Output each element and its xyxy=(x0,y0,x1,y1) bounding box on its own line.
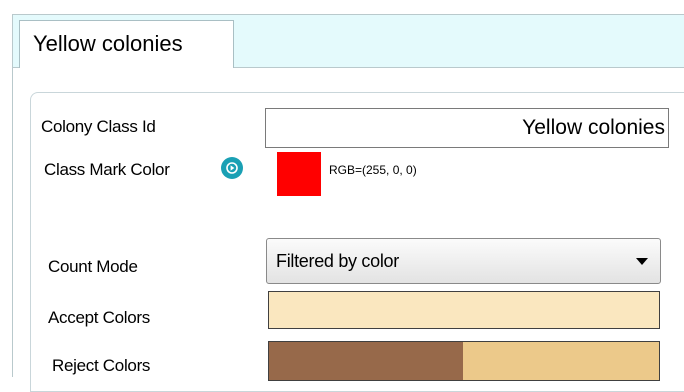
count-mode-label: Count Mode xyxy=(48,257,138,276)
reject-color-swatch-2[interactable] xyxy=(463,342,659,380)
accept-colors-bar[interactable] xyxy=(268,291,660,329)
tab-yellow-colonies[interactable]: Yellow colonies xyxy=(19,20,234,68)
count-mode-dropdown[interactable]: Filtered by color xyxy=(266,238,661,284)
class-mark-color-label: Class Mark Color xyxy=(44,160,170,179)
reject-color-swatch-1[interactable] xyxy=(269,342,463,380)
class-mark-color-swatch[interactable] xyxy=(277,152,321,196)
count-mode-selected: Filtered by color xyxy=(276,251,399,271)
class-mark-color-rgb: RGB=(255, 0, 0) xyxy=(329,163,417,177)
colony-class-id-label: Colony Class Id xyxy=(41,117,156,136)
colony-class-id-input[interactable]: Yellow colonies xyxy=(265,108,669,148)
tab-label: Yellow colonies xyxy=(33,31,183,56)
reject-colors-label: Reject Colors xyxy=(52,356,151,375)
play-icon[interactable] xyxy=(221,157,243,179)
accept-colors-label: Accept Colors xyxy=(48,308,150,327)
chevron-down-icon xyxy=(636,258,648,265)
reject-colors-bar[interactable] xyxy=(268,341,660,381)
